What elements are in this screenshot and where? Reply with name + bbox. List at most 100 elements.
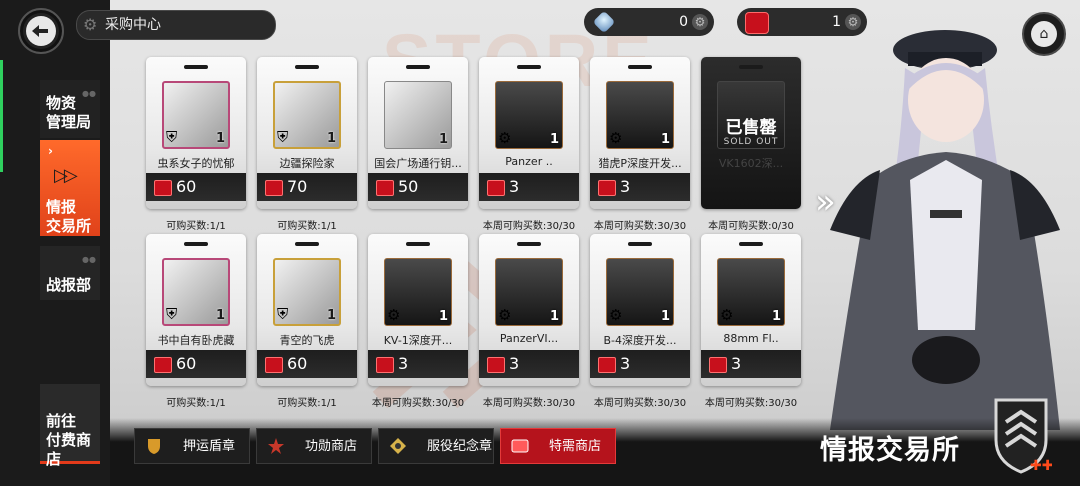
ticket-icon [265,180,283,196]
dots-icon: ●● [82,255,96,264]
page-title: 采购中心 [105,17,161,33]
chevron-right-icon: › [48,144,53,158]
dots-icon: ●● [82,89,96,98]
item-quantity: 1 [549,309,559,324]
price-band: 3 [368,350,468,378]
card-hang-hole [184,242,208,246]
store-item-card[interactable]: ⚙ 1 PanzerVI... 3 [479,234,579,386]
character-illustration [830,30,1060,430]
store-item-card[interactable]: ⛨ 1 边疆探险家 70 [257,57,357,209]
item-price: 3 [398,354,409,373]
price-band: 60 [146,173,246,201]
store-item-card[interactable]: ⛨ 1 书中自有卧虎藏 60 [146,234,246,386]
ticket-icon [376,180,394,196]
item-name: 88mm Fl.. [723,332,779,345]
portrait-icon: ⚙ 1 [495,81,563,149]
gear-icon: ⛨ 1 [273,258,341,326]
store-screen: STORE ⚙ 采购中心 ●● 物资 管理局 › ▷▷ 情报 交易所 ●● 战报… [0,0,1080,486]
tab-merit-store[interactable]: 功勋商店 [256,428,372,464]
store-item-card[interactable]: ⛨ 1 虫系女子的忧郁 60 [146,57,246,209]
star-medal-icon [390,438,406,454]
gem-icon [592,10,616,34]
paid-store-label: 付费商店 [46,431,92,468]
tab-escort-shield[interactable]: 押运盾章 [134,428,250,464]
portrait-icon: ⚙ 1 [384,258,452,326]
item-price: 3 [620,177,631,196]
store-item-card[interactable]: ⛨ 1 青空的飞虎 60 [257,234,357,386]
portrait-icon: ⚙ 1 [495,258,563,326]
item-emblem-icon: ⚙ [387,306,401,324]
item-quantity: 1 [549,132,559,147]
item-name: 国会广场通行钥... [374,157,462,170]
item-name: PanzerVI... [499,332,559,345]
tab-label: 功勋商店 [305,439,358,454]
ticket-icon [154,180,172,196]
sold-out-sublabel: SOLD OUT [723,137,779,147]
card-hang-hole [739,242,763,246]
item-name: Panzer .. [505,155,553,168]
item-quantity: 1 [438,309,448,324]
item-emblem-icon: ⚙ [609,129,623,147]
item-price: 3 [620,354,631,373]
svg-text:✚✚: ✚✚ [1030,458,1052,474]
store-item-card[interactable]: ⚙ 1 猎虎P深度开发... 3 [590,57,690,209]
next-page-arrow[interactable]: » [815,182,836,222]
add-currency-icon[interactable]: ⚙ [692,14,708,30]
card-hang-hole [517,65,541,69]
paid-store-button[interactable]: 前往 付费商店 [40,384,100,468]
ticket-icon [745,12,769,34]
item-price: 50 [398,177,419,196]
store-item-card[interactable]: ⚙ 1 B-4深度开发... 3 [590,234,690,386]
item-quantity: 1 [660,132,670,147]
sidebar-item-intel[interactable]: › ▷▷ 情报 交易所 [40,140,100,236]
sidebar-item-label: 战报部 [46,276,92,294]
tab-special-store[interactable]: 特需商店 [500,428,616,464]
ticket-icon [511,439,529,453]
item-quantity: 1 [326,131,336,146]
store-item-card[interactable]: ⚙ 1 Panzer .. 3 [479,57,579,209]
item-quantity: 1 [326,308,336,323]
back-button[interactable] [18,8,64,54]
key-icon: 1 [384,81,452,149]
item-price: 3 [731,354,742,373]
price-band: 50 [368,173,468,201]
title-bar: ⚙ 采购中心 [76,10,276,40]
item-emblem-icon: ⛨ [277,305,289,323]
price-band: 60 [257,350,357,378]
card-hang-hole [184,65,208,69]
item-price: 60 [287,354,308,373]
item-emblem-icon: ⚙ [720,306,734,324]
currency-gem[interactable]: 0 ⚙ [584,8,714,36]
price-band: 60 [146,350,246,378]
portrait-icon: ⚙ 1 [717,258,785,326]
ticket-icon [709,357,727,373]
rank-badge-icon: ✚✚ [994,398,1052,474]
purchase-limit: 可购买数:1/1 [277,221,337,232]
sidebar-item-war-report[interactable]: ●● 战报部 [40,246,100,300]
sidebar-item-label: 管理局 [46,113,92,131]
ticket-icon [598,357,616,373]
sidebar-item-materials[interactable]: ●● 物资 管理局 [40,80,100,138]
sidebar-accent-bar [0,60,3,172]
store-item-card[interactable]: ⚙ 1 KV-1深度开... 3 [368,234,468,386]
store-item-card[interactable]: 已售罄 SOLD OUT VK1602深... [701,57,801,209]
add-currency-icon[interactable]: ⚙ [845,14,861,30]
double-arrow-icon: ▷▷ [54,165,78,186]
card-hang-hole [628,65,652,69]
item-price: 3 [509,177,520,196]
item-name: VK1602深... [718,157,784,170]
card-hang-hole [517,242,541,246]
store-item-card[interactable]: 1 国会广场通行钥... 50 [368,57,468,209]
store-item-card[interactable]: ⚙ 1 88mm Fl.. 3 [701,234,801,386]
portrait-icon: ⚙ 1 [606,81,674,149]
tab-label: 服役纪念章 [427,439,493,454]
item-emblem-icon: ⛨ [166,305,178,323]
price-band: 3 [701,350,801,378]
canister-icon: ⛨ 1 [162,81,230,149]
tab-service-medal[interactable]: 服役纪念章 [378,428,494,464]
price-band: 3 [590,350,690,378]
item-quantity: 1 [215,308,225,323]
medal-icon [268,438,284,454]
card-hang-hole [628,242,652,246]
card-hang-hole [406,65,430,69]
